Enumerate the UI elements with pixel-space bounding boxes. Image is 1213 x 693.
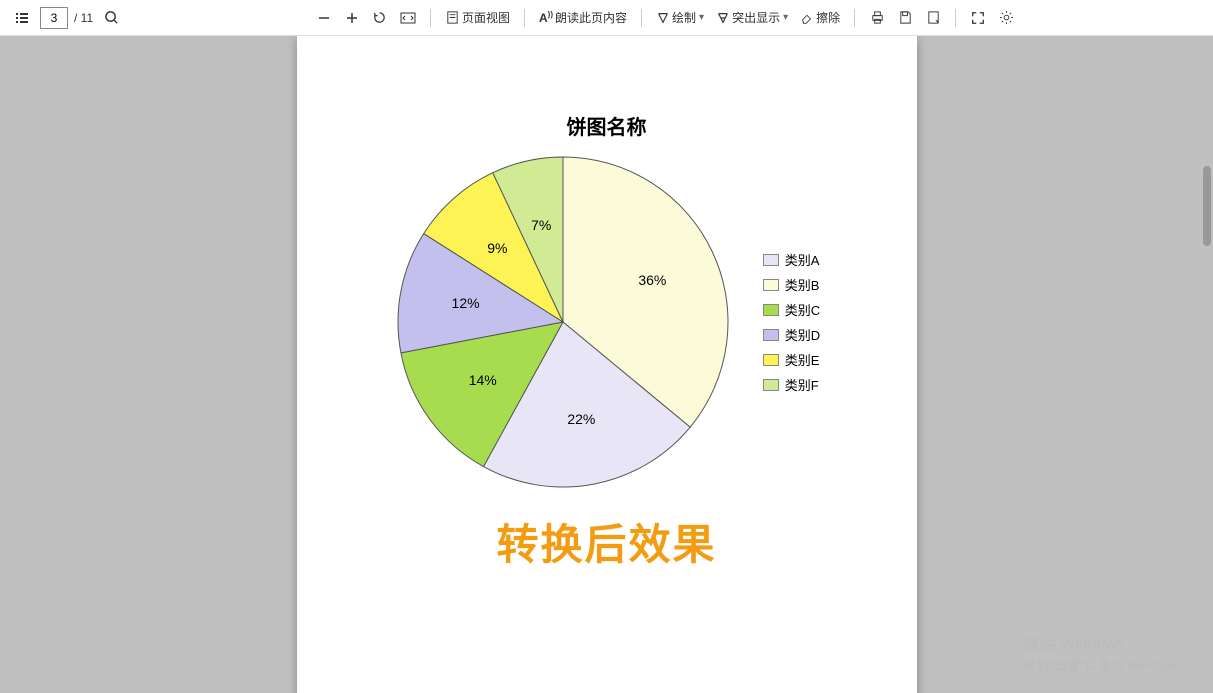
pie-slice-label: 14% — [469, 372, 497, 388]
legend-item: 类别A — [763, 250, 820, 269]
legend-swatch — [763, 354, 779, 366]
fit-page-icon[interactable] — [396, 6, 420, 30]
legend-label: 类别C — [785, 300, 820, 319]
zoom-in-icon[interactable] — [340, 6, 364, 30]
page-total: / 11 — [74, 11, 93, 25]
draw-button[interactable]: 绘制 ▾ — [652, 6, 708, 30]
legend-label: 类别A — [785, 250, 820, 269]
read-aloud-button[interactable]: A)) 朗读此页内容 — [535, 6, 631, 30]
pie-slice-label: 9% — [487, 240, 507, 256]
chart-title: 饼图名称 — [357, 111, 857, 140]
save-icon[interactable] — [893, 6, 917, 30]
rotate-icon[interactable] — [368, 6, 392, 30]
pdf-toolbar: / 11 页面视图 A)) 朗读此页内容 绘制 — [0, 0, 1213, 36]
pdf-viewer[interactable]: 饼图名称 36% 22% 14% 12% 9% 7% 类别A 类别B 类别C 类别D 类别E 类别F… — [0, 36, 1213, 693]
legend-label: 类别E — [785, 350, 820, 369]
chevron-down-icon: ▾ — [699, 12, 704, 23]
search-icon[interactable] — [99, 6, 123, 30]
pie-chart: 36% 22% 14% 12% 9% 7% — [393, 152, 733, 492]
legend-item: 类别C — [763, 300, 820, 319]
highlight-button[interactable]: 突出显示 ▾ — [712, 6, 792, 30]
legend-label: 类别F — [785, 375, 819, 394]
legend-swatch — [763, 254, 779, 266]
pie-slice-label: 22% — [567, 411, 595, 427]
chart-legend: 类别A 类别B 类别C 类别D 类别E 类别F — [763, 250, 820, 394]
legend-item: 类别E — [763, 350, 820, 369]
note-icon[interactable] — [921, 6, 945, 30]
legend-swatch — [763, 304, 779, 316]
windows-activation-watermark: 激活 Windows 转到"设置"以激活 Windows。 — [1023, 634, 1193, 675]
legend-label: 类别B — [785, 275, 820, 294]
chevron-down-icon: ▾ — [783, 12, 788, 23]
legend-swatch — [763, 329, 779, 341]
legend-swatch — [763, 379, 779, 391]
legend-item: 类别B — [763, 275, 820, 294]
pie-slice-label: 7% — [531, 217, 551, 233]
settings-icon[interactable] — [994, 6, 1018, 30]
legend-label: 类别D — [785, 325, 820, 344]
zoom-out-icon[interactable] — [312, 6, 336, 30]
legend-item: 类别F — [763, 375, 820, 394]
print-icon[interactable] — [865, 6, 889, 30]
pie-slice-label: 36% — [638, 272, 666, 288]
erase-button[interactable]: 擦除 — [796, 6, 844, 30]
legend-swatch — [763, 279, 779, 291]
page-number-input[interactable] — [40, 7, 68, 29]
contents-icon[interactable] — [10, 6, 34, 30]
page-view-button[interactable]: 页面视图 — [441, 6, 514, 30]
scrollbar-thumb[interactable] — [1203, 166, 1211, 246]
pdf-page: 饼图名称 36% 22% 14% 12% 9% 7% 类别A 类别B 类别C 类别D 类别E 类别F… — [297, 36, 917, 693]
page-caption: 转换后效果 — [496, 511, 716, 572]
legend-item: 类别D — [763, 325, 820, 344]
pie-slice-label: 12% — [452, 295, 480, 311]
fullscreen-icon[interactable] — [966, 6, 990, 30]
